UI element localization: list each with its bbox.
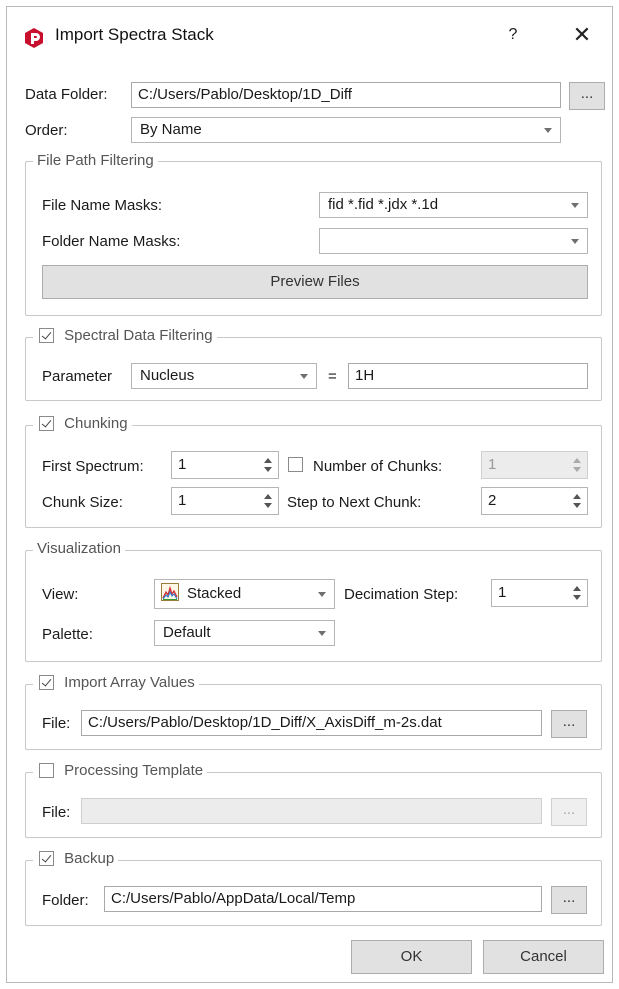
view-label: View: — [42, 586, 79, 603]
palette-label: Palette: — [42, 626, 93, 643]
help-button[interactable]: ? — [499, 23, 527, 47]
visualization-title: Visualization — [33, 540, 125, 557]
palette-select[interactable]: Default — [154, 620, 335, 646]
chevron-down-icon — [544, 128, 552, 133]
file-name-masks-label: File Name Masks: — [42, 197, 163, 214]
chunking-header: Chunking — [33, 415, 132, 432]
chevron-down-icon — [318, 631, 326, 636]
import-array-values-header: Import Array Values — [33, 674, 199, 691]
chunking-title: Chunking — [64, 415, 128, 432]
window-title: Import Spectra Stack — [55, 25, 214, 44]
parameter-value: Nucleus — [140, 367, 195, 384]
processing-template-title: Processing Template — [64, 762, 204, 779]
spectral-data-filtering-header: Spectral Data Filtering — [33, 327, 217, 344]
chunk-size-spinbox[interactable]: 1 — [171, 487, 279, 515]
step-to-next-chunk-spinbox[interactable]: 2 — [481, 487, 588, 515]
array-file-input[interactable]: C:/Users/Pablo/Desktop/1D_Diff/X_AxisDif… — [81, 710, 542, 736]
backup-folder-label: Folder: — [42, 892, 89, 909]
step-to-next-chunk-label: Step to Next Chunk: — [287, 494, 422, 511]
number-of-chunks-spinbox[interactable]: 1 — [481, 451, 588, 479]
number-of-chunks-value: 1 — [488, 456, 497, 473]
number-of-chunks-label: Number of Chunks: — [313, 458, 443, 475]
step-to-next-chunk-value: 2 — [488, 492, 497, 509]
backup-title: Backup — [64, 850, 115, 867]
data-folder-browse-button[interactable]: ... — [569, 82, 605, 110]
import-spectra-stack-dialog: Import Spectra Stack ? ✕ Data Folder: C:… — [6, 6, 613, 983]
decimation-step-label: Decimation Step: — [344, 586, 459, 603]
number-of-chunks-checkbox[interactable] — [288, 457, 303, 472]
chevron-down-icon — [571, 203, 579, 208]
parameter-select[interactable]: Nucleus — [131, 363, 317, 389]
processing-template-header: Processing Template — [33, 762, 208, 779]
chevron-down-icon — [318, 592, 326, 597]
backup-header: Backup — [33, 850, 119, 867]
spin-down-icon[interactable] — [573, 467, 581, 472]
first-spectrum-label: First Spectrum: — [42, 458, 144, 475]
ok-button[interactable]: OK — [351, 940, 472, 974]
array-file-label: File: — [42, 715, 71, 732]
view-select[interactable]: Stacked — [154, 579, 335, 609]
order-label: Order: — [25, 122, 68, 139]
spin-up-icon[interactable] — [264, 494, 272, 499]
equals-sign: = — [328, 368, 337, 385]
close-button[interactable]: ✕ — [565, 21, 599, 49]
cancel-button[interactable]: Cancel — [483, 940, 604, 974]
decimation-step-spinbox[interactable]: 1 — [491, 579, 588, 607]
spectral-data-filtering-checkbox[interactable] — [39, 327, 54, 343]
backup-folder-input[interactable]: C:/Users/Pablo/AppData/Local/Temp — [104, 886, 542, 912]
file-path-filtering-title: File Path Filtering — [33, 152, 158, 169]
app-logo-icon — [25, 28, 43, 48]
first-spectrum-value: 1 — [178, 456, 187, 473]
order-value: By Name — [140, 121, 202, 138]
decimation-step-value: 1 — [498, 584, 507, 601]
close-icon: ✕ — [572, 22, 592, 47]
backup-folder-browse-button[interactable]: ... — [551, 886, 587, 914]
template-file-label: File: — [42, 804, 71, 821]
view-value: Stacked — [187, 585, 242, 602]
order-select[interactable]: By Name — [131, 117, 561, 143]
first-spectrum-spinbox[interactable]: 1 — [171, 451, 279, 479]
backup-checkbox[interactable] — [39, 850, 54, 866]
spin-up-icon[interactable] — [573, 458, 581, 463]
chunk-size-label: Chunk Size: — [42, 494, 123, 511]
file-name-masks-value: fid *.fid *.jdx *.1d — [328, 196, 439, 213]
chunking-checkbox[interactable] — [39, 415, 54, 431]
spin-down-icon[interactable] — [573, 503, 581, 508]
data-folder-label: Data Folder: — [25, 86, 108, 103]
spin-down-icon[interactable] — [573, 595, 581, 600]
spin-down-icon[interactable] — [264, 503, 272, 508]
spin-up-icon[interactable] — [573, 586, 581, 591]
chevron-down-icon — [571, 239, 579, 244]
file-name-masks-select[interactable]: fid *.fid *.jdx *.1d — [319, 192, 588, 218]
folder-name-masks-label: Folder Name Masks: — [42, 233, 181, 250]
chunk-size-value: 1 — [178, 492, 187, 509]
processing-template-checkbox[interactable] — [39, 762, 54, 778]
spin-down-icon[interactable] — [264, 467, 272, 472]
title-bar: Import Spectra Stack ? ✕ — [7, 7, 612, 65]
stacked-chart-icon — [161, 583, 179, 601]
import-array-values-checkbox[interactable] — [39, 674, 54, 690]
spin-up-icon[interactable] — [573, 494, 581, 499]
spectral-data-filtering-title: Spectral Data Filtering — [64, 327, 213, 344]
data-folder-input[interactable]: C:/Users/Pablo/Desktop/1D_Diff — [131, 82, 561, 108]
template-file-browse-button[interactable]: ... — [551, 798, 587, 826]
parameter-label: Parameter — [42, 368, 113, 385]
array-file-browse-button[interactable]: ... — [551, 710, 587, 738]
template-file-input[interactable] — [81, 798, 542, 824]
import-array-values-title: Import Array Values — [64, 674, 195, 691]
chevron-down-icon — [300, 374, 308, 379]
folder-name-masks-select[interactable] — [319, 228, 588, 254]
spin-up-icon[interactable] — [264, 458, 272, 463]
parameter-value-input[interactable]: 1H — [348, 363, 588, 389]
palette-value: Default — [163, 624, 211, 641]
preview-files-button[interactable]: Preview Files — [42, 265, 588, 299]
